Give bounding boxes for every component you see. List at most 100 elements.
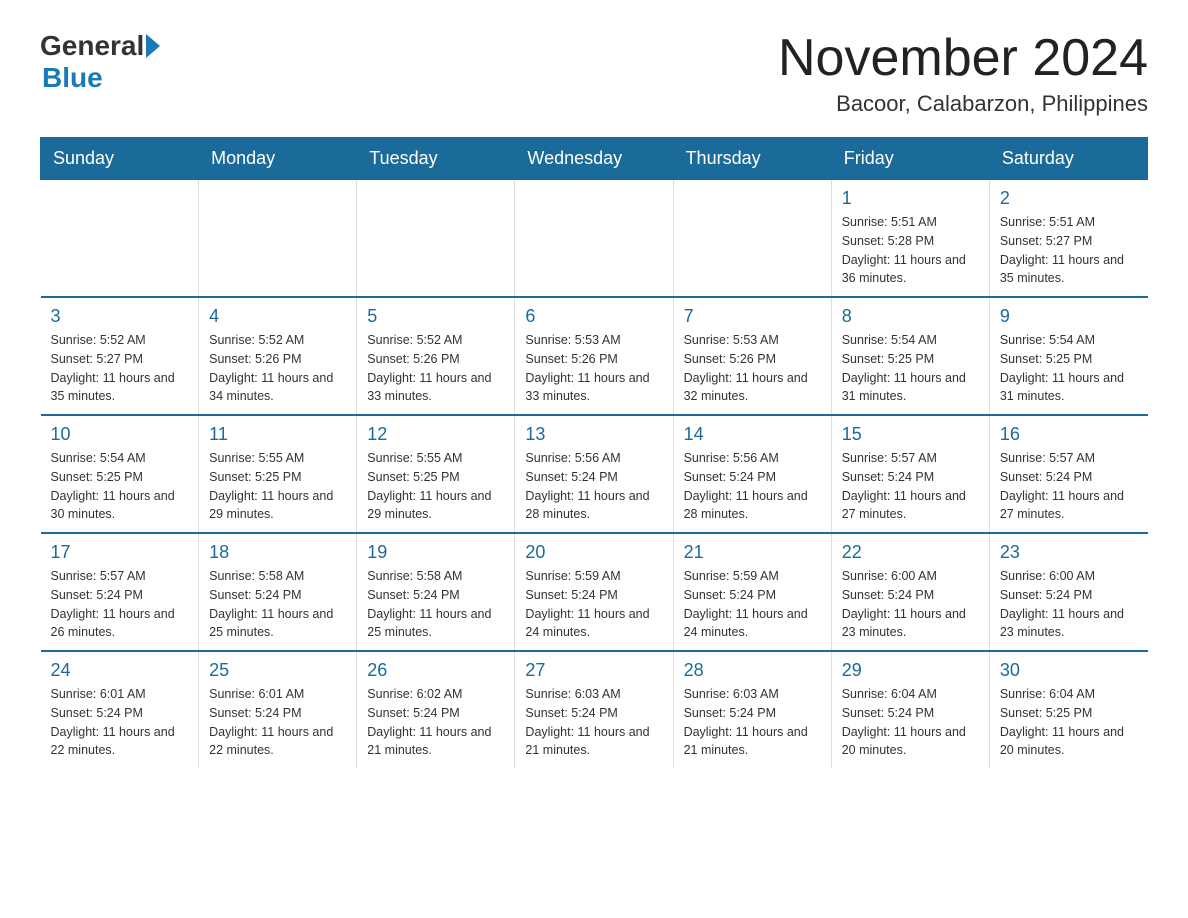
- calendar-cell: 28Sunrise: 6:03 AM Sunset: 5:24 PM Dayli…: [673, 651, 831, 768]
- page-header: General Blue November 2024 Bacoor, Calab…: [40, 30, 1148, 117]
- calendar-cell: 2Sunrise: 5:51 AM Sunset: 5:27 PM Daylig…: [989, 180, 1147, 298]
- weekday-header: Thursday: [673, 138, 831, 180]
- day-info: Sunrise: 6:02 AM Sunset: 5:24 PM Dayligh…: [367, 685, 504, 760]
- calendar-cell: 24 Sunrise: 6:01 AM Sunset: 5:24 PM Dayli…: [41, 651, 199, 768]
- weekday-header: Monday: [199, 138, 357, 180]
- day-number: 10: [51, 424, 189, 445]
- calendar-cell: 25 Sunrise: 6:01 AM Sunset: 5:24 PM Dayli…: [199, 651, 357, 768]
- day-number: 3: [51, 306, 189, 327]
- calendar-cell: 7 Sunrise: 5:53 AM Sunset: 5:26 PM Daylig…: [673, 297, 831, 415]
- day-info: Sunrise: 5:57 AM Sunset: 5:24 PM Dayligh…: [51, 567, 189, 642]
- day-info: Sunrise: 5:51 AM Sunset: 5:28 PM Dayligh…: [842, 213, 979, 288]
- weekday-header: Wednesday: [515, 138, 673, 180]
- calendar-table: SundayMondayTuesdayWednesdayThursdayFrid…: [40, 137, 1148, 768]
- day-info: Sunrise: 6:00 AM Sunset: 5:24 PM Dayligh…: [842, 567, 979, 642]
- calendar-cell: 6Sunrise: 5:53 AM Sunset: 5:26 PM Daylig…: [515, 297, 673, 415]
- calendar-cell: 14 Sunrise: 5:56 AM Sunset: 5:24 PM Dayli…: [673, 415, 831, 533]
- day-number: 19: [367, 542, 504, 563]
- calendar-cell: 27 Sunrise: 6:03 AM Sunset: 5:24 PM Dayli…: [515, 651, 673, 768]
- day-info: Sunrise: 5:59 AM Sunset: 5:24 PM Dayligh…: [684, 567, 821, 642]
- location-subtitle: Bacoor, Calabarzon, Philippines: [778, 91, 1148, 117]
- day-number: 7: [684, 306, 821, 327]
- calendar-cell: 30Sunrise: 6:04 AM Sunset: 5:25 PM Dayli…: [989, 651, 1147, 768]
- calendar-cell: [515, 180, 673, 298]
- calendar-week-row: 3 Sunrise: 5:52 AM Sunset: 5:27 PM Daylig…: [41, 297, 1148, 415]
- weekday-header: Saturday: [989, 138, 1147, 180]
- calendar-cell: 26Sunrise: 6:02 AM Sunset: 5:24 PM Dayli…: [357, 651, 515, 768]
- calendar-cell: 4 Sunrise: 5:52 AM Sunset: 5:26 PM Daylig…: [199, 297, 357, 415]
- day-number: 21: [684, 542, 821, 563]
- day-number: 20: [525, 542, 662, 563]
- day-number: 22: [842, 542, 979, 563]
- day-info: Sunrise: 5:53 AM Sunset: 5:26 PM Dayligh…: [684, 331, 821, 406]
- day-info: Sunrise: 6:03 AM Sunset: 5:24 PM Dayligh…: [525, 685, 662, 760]
- day-info: Sunrise: 5:55 AM Sunset: 5:25 PM Dayligh…: [209, 449, 346, 524]
- calendar-cell: 23 Sunrise: 6:00 AM Sunset: 5:24 PM Dayli…: [989, 533, 1147, 651]
- weekday-header: Friday: [831, 138, 989, 180]
- day-number: 11: [209, 424, 346, 445]
- day-info: Sunrise: 5:59 AM Sunset: 5:24 PM Dayligh…: [525, 567, 662, 642]
- day-number: 29: [842, 660, 979, 681]
- day-info: Sunrise: 5:57 AM Sunset: 5:24 PM Dayligh…: [1000, 449, 1138, 524]
- title-area: November 2024 Bacoor, Calabarzon, Philip…: [778, 30, 1148, 117]
- day-info: Sunrise: 5:58 AM Sunset: 5:24 PM Dayligh…: [209, 567, 346, 642]
- month-title: November 2024: [778, 30, 1148, 87]
- day-number: 24: [51, 660, 189, 681]
- calendar-cell: 8 Sunrise: 5:54 AM Sunset: 5:25 PM Daylig…: [831, 297, 989, 415]
- day-info: Sunrise: 6:03 AM Sunset: 5:24 PM Dayligh…: [684, 685, 821, 760]
- calendar-week-row: 1 Sunrise: 5:51 AM Sunset: 5:28 PM Daylig…: [41, 180, 1148, 298]
- day-info: Sunrise: 6:00 AM Sunset: 5:24 PM Dayligh…: [1000, 567, 1138, 642]
- calendar-cell: [673, 180, 831, 298]
- day-number: 6: [525, 306, 662, 327]
- day-number: 13: [525, 424, 662, 445]
- day-info: Sunrise: 5:54 AM Sunset: 5:25 PM Dayligh…: [1000, 331, 1138, 406]
- calendar-cell: [199, 180, 357, 298]
- day-info: Sunrise: 5:52 AM Sunset: 5:26 PM Dayligh…: [209, 331, 346, 406]
- day-info: Sunrise: 5:57 AM Sunset: 5:24 PM Dayligh…: [842, 449, 979, 524]
- weekday-header: Tuesday: [357, 138, 515, 180]
- day-number: 2: [1000, 188, 1138, 209]
- day-number: 27: [525, 660, 662, 681]
- calendar-cell: 11 Sunrise: 5:55 AM Sunset: 5:25 PM Dayli…: [199, 415, 357, 533]
- calendar-cell: 22 Sunrise: 6:00 AM Sunset: 5:24 PM Dayli…: [831, 533, 989, 651]
- calendar-cell: [41, 180, 199, 298]
- calendar-cell: 21 Sunrise: 5:59 AM Sunset: 5:24 PM Dayli…: [673, 533, 831, 651]
- calendar-cell: 19 Sunrise: 5:58 AM Sunset: 5:24 PM Dayli…: [357, 533, 515, 651]
- day-info: Sunrise: 5:52 AM Sunset: 5:26 PM Dayligh…: [367, 331, 504, 406]
- logo: General Blue: [40, 30, 162, 94]
- day-number: 18: [209, 542, 346, 563]
- day-info: Sunrise: 5:52 AM Sunset: 5:27 PM Dayligh…: [51, 331, 189, 406]
- day-number: 8: [842, 306, 979, 327]
- calendar-cell: 20 Sunrise: 5:59 AM Sunset: 5:24 PM Dayli…: [515, 533, 673, 651]
- day-info: Sunrise: 6:01 AM Sunset: 5:24 PM Dayligh…: [51, 685, 189, 760]
- day-info: Sunrise: 5:54 AM Sunset: 5:25 PM Dayligh…: [51, 449, 189, 524]
- day-info: Sunrise: 5:54 AM Sunset: 5:25 PM Dayligh…: [842, 331, 979, 406]
- calendar-cell: 15Sunrise: 5:57 AM Sunset: 5:24 PM Dayli…: [831, 415, 989, 533]
- logo-blue-text: Blue: [42, 62, 103, 93]
- weekday-header-row: SundayMondayTuesdayWednesdayThursdayFrid…: [41, 138, 1148, 180]
- day-info: Sunrise: 5:58 AM Sunset: 5:24 PM Dayligh…: [367, 567, 504, 642]
- day-number: 4: [209, 306, 346, 327]
- day-info: Sunrise: 5:56 AM Sunset: 5:24 PM Dayligh…: [684, 449, 821, 524]
- calendar-week-row: 17 Sunrise: 5:57 AM Sunset: 5:24 PM Dayli…: [41, 533, 1148, 651]
- day-number: 9: [1000, 306, 1138, 327]
- day-number: 23: [1000, 542, 1138, 563]
- calendar-cell: 3 Sunrise: 5:52 AM Sunset: 5:27 PM Daylig…: [41, 297, 199, 415]
- day-info: Sunrise: 5:56 AM Sunset: 5:24 PM Dayligh…: [525, 449, 662, 524]
- day-number: 1: [842, 188, 979, 209]
- day-info: Sunrise: 6:04 AM Sunset: 5:24 PM Dayligh…: [842, 685, 979, 760]
- day-number: 14: [684, 424, 821, 445]
- calendar-cell: 16 Sunrise: 5:57 AM Sunset: 5:24 PM Dayli…: [989, 415, 1147, 533]
- weekday-header: Sunday: [41, 138, 199, 180]
- day-info: Sunrise: 5:55 AM Sunset: 5:25 PM Dayligh…: [367, 449, 504, 524]
- day-number: 25: [209, 660, 346, 681]
- day-number: 30: [1000, 660, 1138, 681]
- day-number: 17: [51, 542, 189, 563]
- calendar-cell: 12Sunrise: 5:55 AM Sunset: 5:25 PM Dayli…: [357, 415, 515, 533]
- calendar-cell: [357, 180, 515, 298]
- calendar-week-row: 24 Sunrise: 6:01 AM Sunset: 5:24 PM Dayli…: [41, 651, 1148, 768]
- day-info: Sunrise: 6:01 AM Sunset: 5:24 PM Dayligh…: [209, 685, 346, 760]
- day-number: 16: [1000, 424, 1138, 445]
- calendar-week-row: 10 Sunrise: 5:54 AM Sunset: 5:25 PM Dayli…: [41, 415, 1148, 533]
- logo-arrow-icon: [146, 34, 160, 58]
